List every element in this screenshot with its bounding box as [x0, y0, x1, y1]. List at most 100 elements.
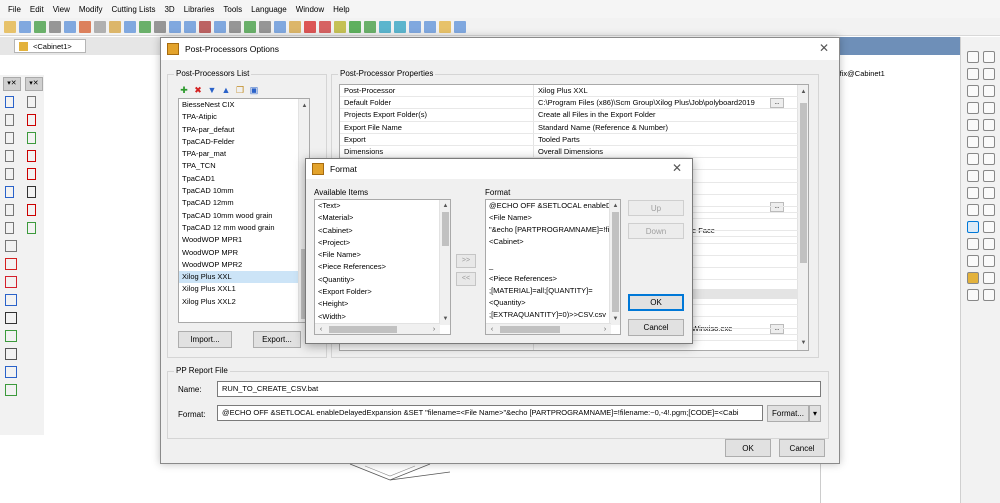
scroll-down-icon[interactable]: ▼	[798, 338, 808, 348]
view-tool-icon[interactable]	[983, 51, 995, 63]
scroll-right-icon[interactable]: ›	[429, 324, 439, 334]
format-line[interactable]: ;[MATERIAL]=all;[QUANTITY]=	[486, 285, 620, 297]
menu-item-help[interactable]: Help	[333, 5, 349, 14]
view-tool-icon[interactable]	[983, 221, 995, 233]
toolbar-tool-icon[interactable]	[79, 20, 91, 33]
view-tool-icon[interactable]	[967, 204, 979, 216]
report-name-input[interactable]: RUN_TO_CREATE_CSV.bat	[217, 381, 821, 397]
view-tool-icon[interactable]	[983, 289, 995, 301]
menu-item-tools[interactable]: Tools	[223, 5, 242, 14]
pp-list-item[interactable]: TpaCAD1	[179, 173, 309, 185]
view-tool-icon[interactable]	[967, 221, 979, 233]
view-tool-icon[interactable]	[983, 204, 995, 216]
view-tool-icon[interactable]	[983, 238, 995, 250]
format-button[interactable]: Format...	[767, 405, 809, 422]
available-item[interactable]: <Material>	[315, 212, 450, 224]
scroll-thumb[interactable]	[500, 326, 560, 333]
view-tool-icon[interactable]	[983, 187, 995, 199]
move-up-icon[interactable]: ▲	[221, 85, 231, 95]
pp-list-item[interactable]: TpaCAD 10mm	[179, 185, 309, 197]
close-icon[interactable]: ✕	[817, 41, 831, 55]
toolbar-tool-icon[interactable]	[229, 20, 241, 33]
available-item[interactable]: <Text>	[315, 200, 450, 212]
down-button[interactable]: Down	[628, 223, 684, 239]
toolbar-tool-icon[interactable]	[34, 20, 46, 33]
menu-item-modify[interactable]: Modify	[79, 5, 103, 14]
pp-list-item[interactable]: TpaCAD 12 mm wood grain	[179, 222, 309, 234]
available-item[interactable]: <Cabinet>	[315, 225, 450, 237]
toolbar-tool-icon[interactable]	[364, 20, 376, 33]
drawing-tool-icon[interactable]	[5, 258, 17, 270]
scroll-right-icon[interactable]: ›	[600, 324, 610, 334]
format-hscrollbar[interactable]: ‹ ›	[486, 323, 611, 334]
pp-list-item[interactable]: TPA_TCN	[179, 160, 309, 172]
document-tab[interactable]: <Cabinet1>	[14, 39, 86, 53]
toolbar-tool-icon[interactable]	[64, 20, 76, 33]
toolbar-tool-icon[interactable]	[409, 20, 421, 33]
format-list[interactable]: @ECHO OFF &SETLOCAL enableDela <File Name…	[485, 199, 621, 335]
toolbar-tool-icon[interactable]	[184, 20, 196, 33]
format-line[interactable]: <Quantity>	[486, 297, 620, 309]
copy-icon[interactable]: ❐	[235, 85, 245, 95]
property-row[interactable]: Post-Processor Xilog Plus XXL	[340, 85, 798, 98]
pp-list-item[interactable]: TPA-par_defaut	[179, 124, 309, 136]
view-tool-icon[interactable]	[967, 51, 979, 63]
toolbar-tool-icon[interactable]	[454, 20, 466, 33]
pp-list-item[interactable]: TPA-par_mat	[179, 148, 309, 160]
drawing-tool-icon[interactable]	[5, 186, 14, 198]
format-line[interactable]: <File Name>	[486, 212, 620, 224]
menu-item-window[interactable]: Window	[296, 5, 324, 14]
cancel-button[interactable]: Cancel	[779, 439, 825, 457]
save-icon[interactable]: ▣	[249, 85, 259, 95]
toolbar-tool-icon[interactable]	[349, 20, 361, 33]
move-down-icon[interactable]: ▼	[207, 85, 217, 95]
drawing-tool-icon[interactable]	[5, 366, 17, 378]
scroll-thumb[interactable]	[442, 212, 449, 246]
view-tool-icon[interactable]	[967, 136, 979, 148]
view-tool-icon[interactable]	[983, 136, 995, 148]
format-cancel-button[interactable]: Cancel	[628, 319, 684, 336]
add-icon[interactable]: ✚	[179, 85, 189, 95]
toolbar-tool-icon[interactable]	[304, 20, 316, 33]
pp-list-item[interactable]: TpaCAD 10mm wood grain	[179, 210, 309, 222]
remove-item-button[interactable]: <<	[456, 272, 476, 286]
up-button[interactable]: Up	[628, 200, 684, 216]
palette-pin-button[interactable]: ▾✕	[25, 77, 43, 91]
toolbar-tool-icon[interactable]	[214, 20, 226, 33]
pp-list[interactable]: BiesseNest CIX TPA-Atipic TPA-par_defaut Tp…	[178, 98, 310, 323]
toolbar-tool-icon[interactable]	[289, 20, 301, 33]
available-item[interactable]: <Project>	[315, 237, 450, 249]
view-tool-icon[interactable]	[967, 289, 979, 301]
toolbar-tool-icon[interactable]	[334, 20, 346, 33]
available-items-list[interactable]: <Text> <Material> <Cabinet> <Project> <File …	[314, 199, 451, 335]
menu-item-file[interactable]: File	[8, 5, 21, 14]
drawing-tool-icon[interactable]	[5, 96, 14, 108]
format-dropdown-icon[interactable]: ▾	[809, 405, 821, 422]
property-row[interactable]: Export File Name Standard Name (Reference…	[340, 122, 798, 134]
drawing-tool-icon[interactable]	[5, 222, 14, 234]
drawing-tool-icon[interactable]	[27, 96, 36, 108]
pp-list-item[interactable]: Xilog Plus XXL	[179, 271, 309, 284]
toolbar-tool-icon[interactable]	[199, 20, 211, 33]
drawing-tool-icon[interactable]	[27, 168, 36, 180]
toolbar-tool-icon[interactable]	[109, 20, 121, 33]
pp-list-item[interactable]: WoodWOP MPR2	[179, 259, 309, 271]
toolbar-tool-icon[interactable]	[259, 20, 271, 33]
scroll-down-icon[interactable]: ▼	[440, 314, 450, 324]
pp-list-item[interactable]: TpaCAD 12mm	[179, 197, 309, 209]
toolbar-tool-icon[interactable]	[379, 20, 391, 33]
toolbar-tool-icon[interactable]	[439, 20, 451, 33]
format-ok-button[interactable]: OK	[628, 294, 684, 311]
delete-icon[interactable]: ✖	[193, 85, 203, 95]
pp-list-item[interactable]: Xilog Plus XXL1	[179, 283, 309, 295]
scroll-left-icon[interactable]: ‹	[487, 324, 497, 334]
drawing-tool-icon[interactable]	[5, 168, 14, 180]
drawing-tool-icon[interactable]	[5, 330, 17, 342]
menu-item-3d[interactable]: 3D	[164, 5, 174, 14]
properties-scrollbar[interactable]: ▲ ▼	[797, 85, 808, 350]
view-tool-icon[interactable]	[983, 102, 995, 114]
close-icon[interactable]: ✕	[670, 161, 684, 175]
format-line[interactable]	[486, 248, 620, 260]
pp-list-item[interactable]: WoodWOP MPR1	[179, 234, 309, 246]
drawing-tool-icon[interactable]	[27, 132, 36, 144]
